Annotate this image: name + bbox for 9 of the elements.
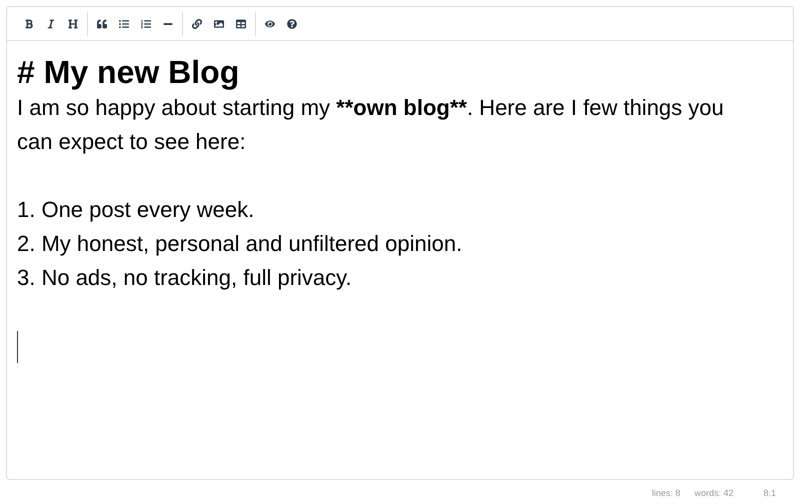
text-line: 1. One post every week. bbox=[17, 196, 256, 224]
heading-line: # My new Blog bbox=[17, 53, 240, 91]
cursor-position: 8:1 bbox=[763, 488, 776, 498]
text-cursor bbox=[17, 331, 18, 364]
line-count: lines: 8 bbox=[652, 488, 680, 498]
text-line: I am so happy about starting my **own blog**. Here are I few things you can expect to see here: bbox=[17, 94, 725, 156]
word-count: words: 42 bbox=[694, 488, 734, 498]
text-line: 2. My honest, personal and unfiltered opinion. bbox=[17, 230, 464, 258]
text-line: 3. No ads, no tracking, full privacy. bbox=[17, 264, 353, 292]
